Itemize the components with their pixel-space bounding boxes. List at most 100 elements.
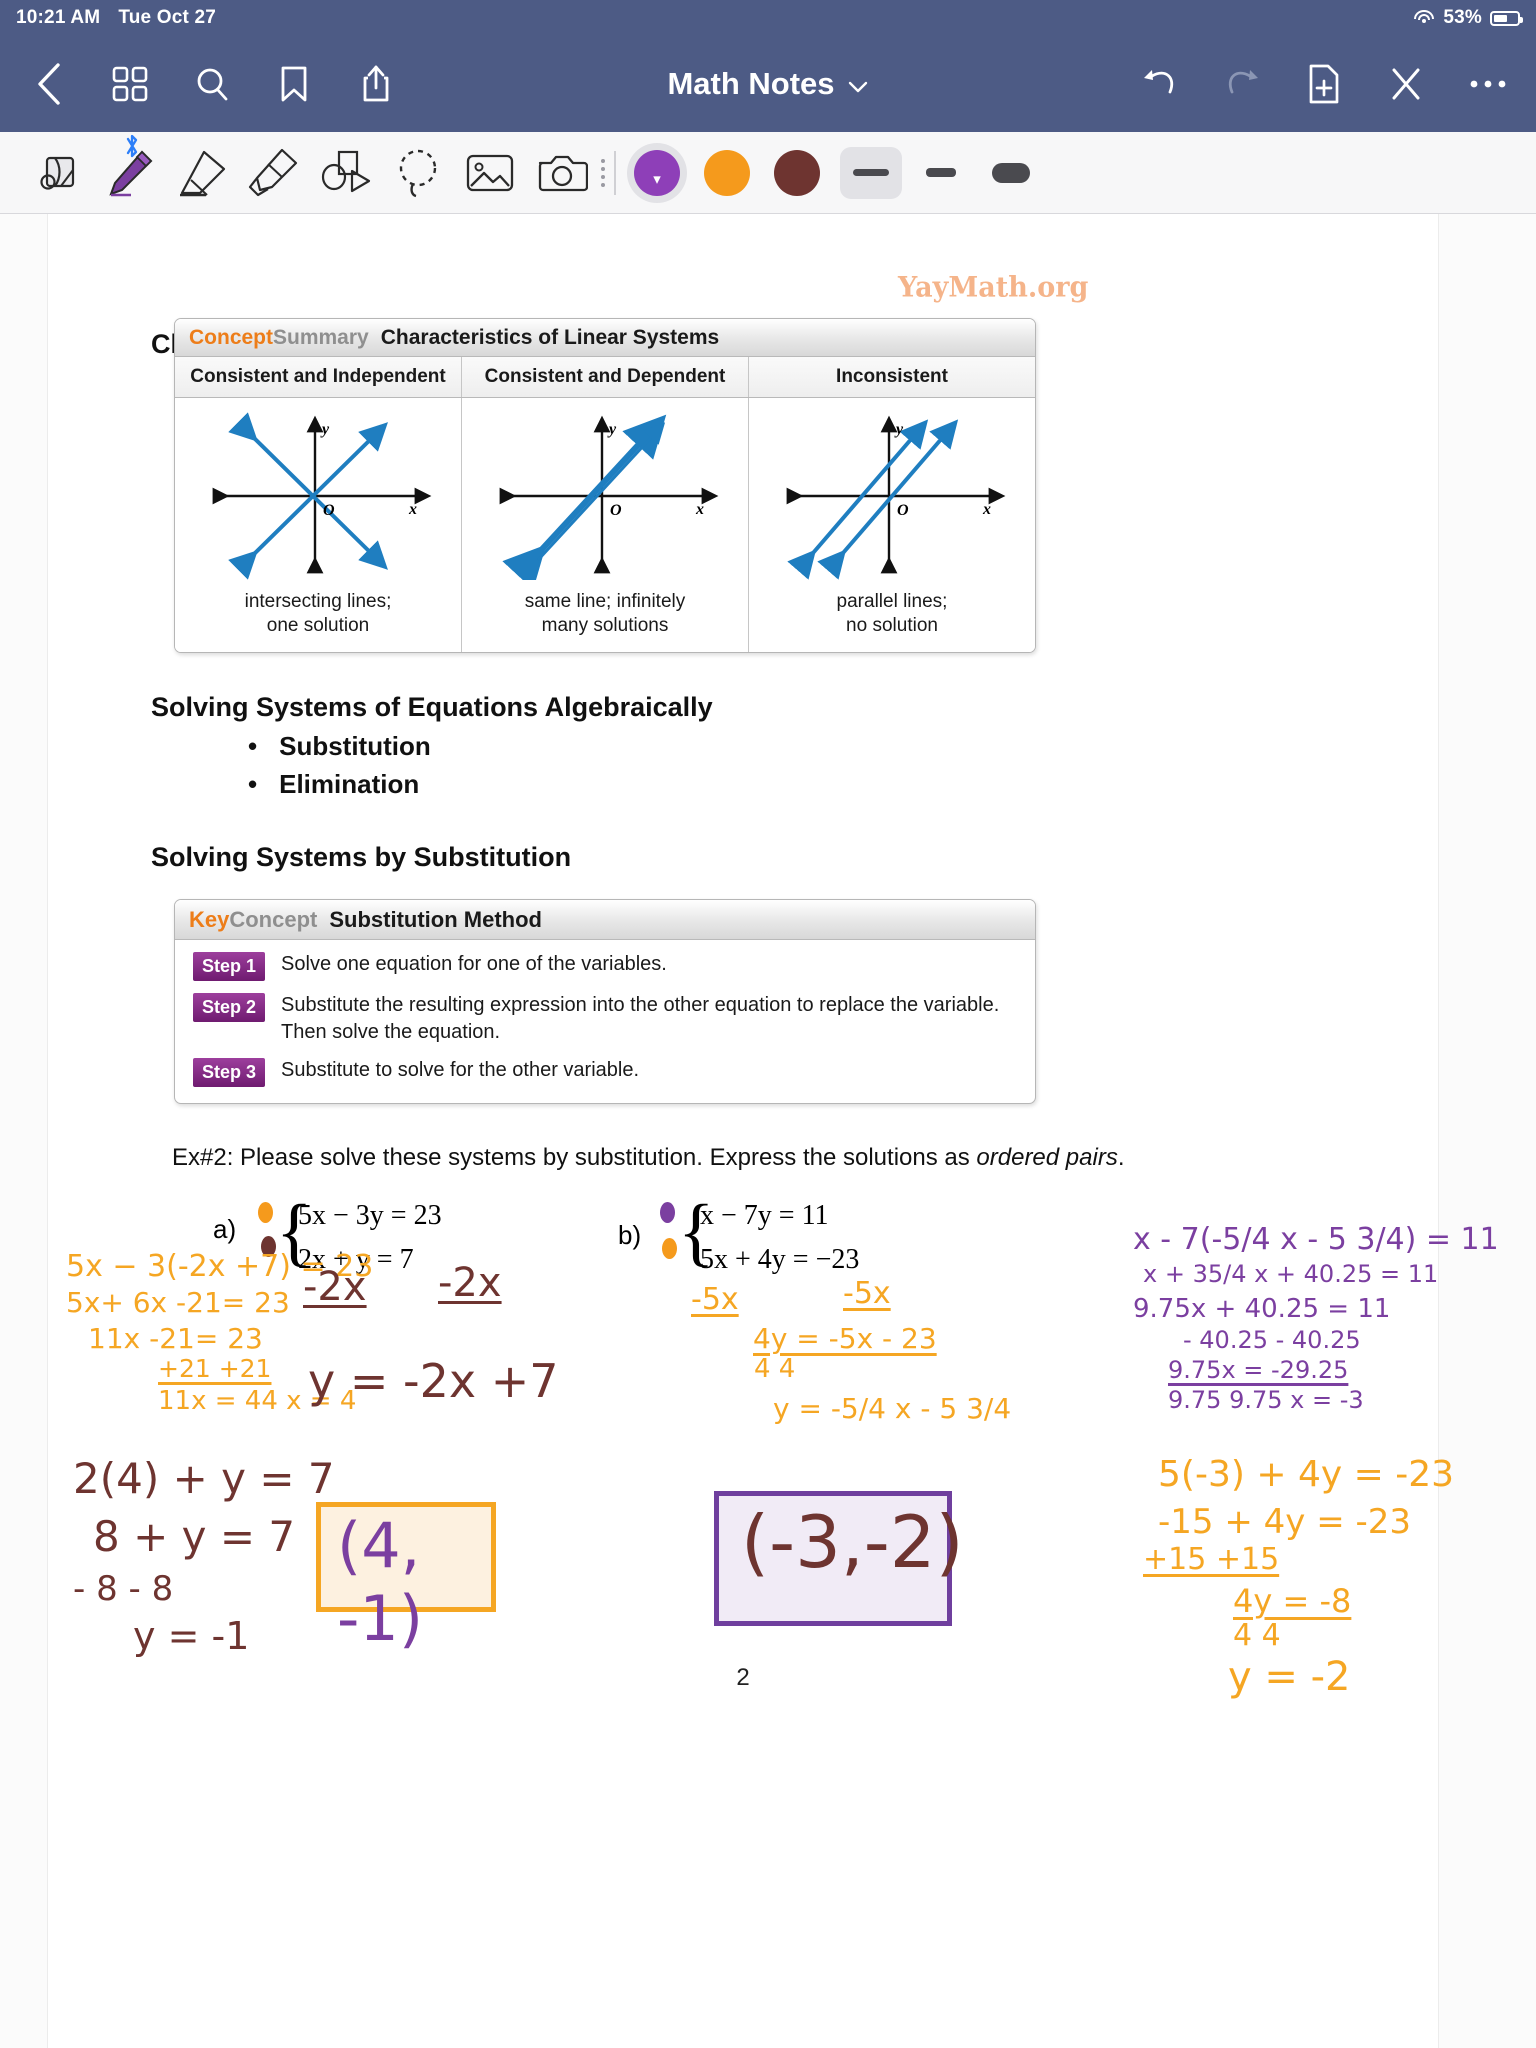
svg-text:x: x xyxy=(695,501,704,518)
bluetooth-icon xyxy=(124,133,140,159)
concept-brand-first: Concept xyxy=(189,325,273,349)
concept-summary-cells: y x O intersecting lines; one solution y… xyxy=(175,398,1035,652)
bookmark-icon[interactable] xyxy=(272,62,316,106)
answer-a-text: (4, -1) xyxy=(337,1509,424,1655)
nav-right-group xyxy=(1138,62,1510,106)
concept-cell-inconsistent: y x O parallel lines; no solution xyxy=(749,398,1035,652)
problem-b-equation-2: 5x + 4y = −23 xyxy=(700,1244,860,1275)
color-swatch-orange[interactable] xyxy=(704,149,750,196)
key-concept-title: Substitution Method xyxy=(329,906,542,932)
concept-summary-title: Characteristics of Linear Systems xyxy=(380,325,720,349)
hw-b-back-sub-3: +15 +15 xyxy=(1143,1542,1280,1577)
more-options-icon[interactable] xyxy=(1466,62,1510,106)
page-left-margin xyxy=(0,214,48,2048)
color-swatch-purple[interactable]: ▾ xyxy=(634,149,680,196)
hw-b-slope-form: y = -5/4 x - 5 3/4 xyxy=(773,1392,1012,1425)
two-parallel-lines-graph: y x O xyxy=(749,406,1035,584)
back-chevron-icon[interactable] xyxy=(26,62,70,106)
heading-substitution: Solving Systems by Substitution xyxy=(151,842,572,872)
notebook-page[interactable]: YayMath.org Classification of Systems of… xyxy=(48,214,1499,2048)
svg-text:O: O xyxy=(610,502,622,519)
status-date: Tue Oct 27 xyxy=(118,7,217,28)
answer-b-text: (-3,-2) xyxy=(741,1500,964,1584)
pen-dot-purple-b xyxy=(660,1202,675,1223)
hw-a-solved-y: y = -2x +7 xyxy=(308,1354,559,1408)
hw-b-minus5x-left: -5x xyxy=(691,1282,739,1317)
share-icon[interactable] xyxy=(354,62,398,106)
stroke-width-small[interactable] xyxy=(980,147,1042,199)
concept-brand-second: Summary xyxy=(273,325,369,349)
hw-a-line-6: 2(4) + y = 7 xyxy=(73,1454,335,1503)
key-concept-step-3: Step 3 Substitute to solve for the other… xyxy=(175,1046,1035,1087)
add-page-icon[interactable] xyxy=(1302,62,1346,106)
camera-tool[interactable] xyxy=(526,142,598,204)
nav-left-group xyxy=(26,62,398,106)
svg-text:y: y xyxy=(894,421,904,438)
answer-box-a: (4, -1) xyxy=(316,1502,496,1655)
coincident-line-graph: y x O xyxy=(462,406,748,584)
caption-line-2: no solution xyxy=(846,614,938,636)
document-title-label: Math Notes xyxy=(667,66,835,101)
document-title-button[interactable]: Math Notes xyxy=(667,66,868,102)
caption-dependent: same line; infinitely many solutions xyxy=(462,584,748,638)
problem-b-label: b) xyxy=(618,1220,642,1250)
toolbar-drag-handle[interactable] xyxy=(598,158,608,187)
bullet-label: Elimination xyxy=(279,769,420,799)
stroke-width-medium[interactable] xyxy=(910,147,972,199)
svg-text:x: x xyxy=(408,501,417,518)
pen-dot-orange-a xyxy=(258,1202,273,1223)
hw-a-line-4: +21 +21 xyxy=(158,1354,272,1383)
hw-a-minus2x-left: -2x xyxy=(303,1264,367,1310)
caption-line-1: parallel lines; xyxy=(836,591,948,612)
highlighter-tool[interactable] xyxy=(238,142,310,204)
hw-b-sub-line-3: 9.75x + 40.25 = 11 xyxy=(1133,1294,1391,1324)
page-flip-tool[interactable] xyxy=(22,142,94,204)
shape-tool[interactable] xyxy=(310,142,382,204)
key-brand-second: Concept xyxy=(229,906,318,932)
problem-a-equation-1: 5x − 3y = 23 xyxy=(298,1200,442,1231)
page-number: 2 xyxy=(736,1664,750,1691)
battery-icon xyxy=(1490,10,1523,26)
pen-tool[interactable] xyxy=(94,134,166,204)
notebook-canvas[interactable]: YayMath.org Classification of Systems of… xyxy=(0,214,1536,2048)
exercise-prompt-end: . xyxy=(1117,1144,1125,1171)
column-header-consistent-dependent: Consistent and Dependent xyxy=(462,357,749,397)
close-icon[interactable] xyxy=(1384,62,1428,106)
svg-text:y: y xyxy=(320,421,330,438)
exercise-prompt-plain: Ex#2: Please solve these systems by subs… xyxy=(172,1144,977,1171)
bullet-label: Substitution xyxy=(279,731,431,761)
chevron-down-icon[interactable] xyxy=(847,66,869,102)
undo-icon[interactable] xyxy=(1138,62,1182,106)
caption-inconsistent: parallel lines; no solution xyxy=(749,584,1035,638)
redo-icon[interactable] xyxy=(1220,62,1264,106)
battery-percent-label: 53% xyxy=(1443,7,1482,28)
column-header-consistent-independent: Consistent and Independent xyxy=(175,357,462,397)
lasso-select-tool[interactable] xyxy=(382,142,454,204)
column-header-inconsistent: Inconsistent xyxy=(836,366,948,387)
answer-box-b: (-3,-2) xyxy=(714,1491,964,1626)
concept-summary-header: Concept Summary Characteristics of Linear… xyxy=(175,319,1035,357)
hw-b-back-sub-5: 4 4 xyxy=(1233,1618,1281,1653)
step-3-tag: Step 3 xyxy=(193,1058,266,1087)
step-1-text: Solve one equation for one of the variab… xyxy=(281,953,667,975)
drawing-toolbar: ▾ xyxy=(0,132,1536,214)
color-swatch-maroon[interactable] xyxy=(774,149,820,196)
exercise-prompt-italic: ordered pairs xyxy=(976,1144,1118,1171)
concept-cell-independent: y x O intersecting lines; one solution xyxy=(175,398,462,652)
image-tool[interactable] xyxy=(454,142,526,204)
stroke-width-large[interactable] xyxy=(840,146,902,199)
status-bar-right: 53% xyxy=(1413,7,1523,29)
hw-b-minus5x-right: -5x xyxy=(843,1276,891,1311)
grid-view-icon[interactable] xyxy=(108,62,152,106)
caption-independent: intersecting lines; one solution xyxy=(175,584,461,638)
svg-text:O: O xyxy=(323,502,335,519)
exercise-prompt: Ex#2: Please solve these systems by subs… xyxy=(172,1144,1125,1172)
heading-algebraic: Solving Systems of Equations Algebraical… xyxy=(151,692,713,722)
bullet-dot: • xyxy=(248,731,258,761)
search-icon[interactable] xyxy=(190,62,234,106)
eraser-tool[interactable] xyxy=(166,142,238,204)
bullet-substitution: • Substitution xyxy=(248,731,431,762)
concept-summary-box: Concept Summary Characteristics of Linear… xyxy=(174,318,1036,653)
hw-b-sub-line-4: - 40.25 - 40.25 xyxy=(1183,1326,1361,1354)
hw-b-denominators: 4 4 xyxy=(754,1354,796,1384)
